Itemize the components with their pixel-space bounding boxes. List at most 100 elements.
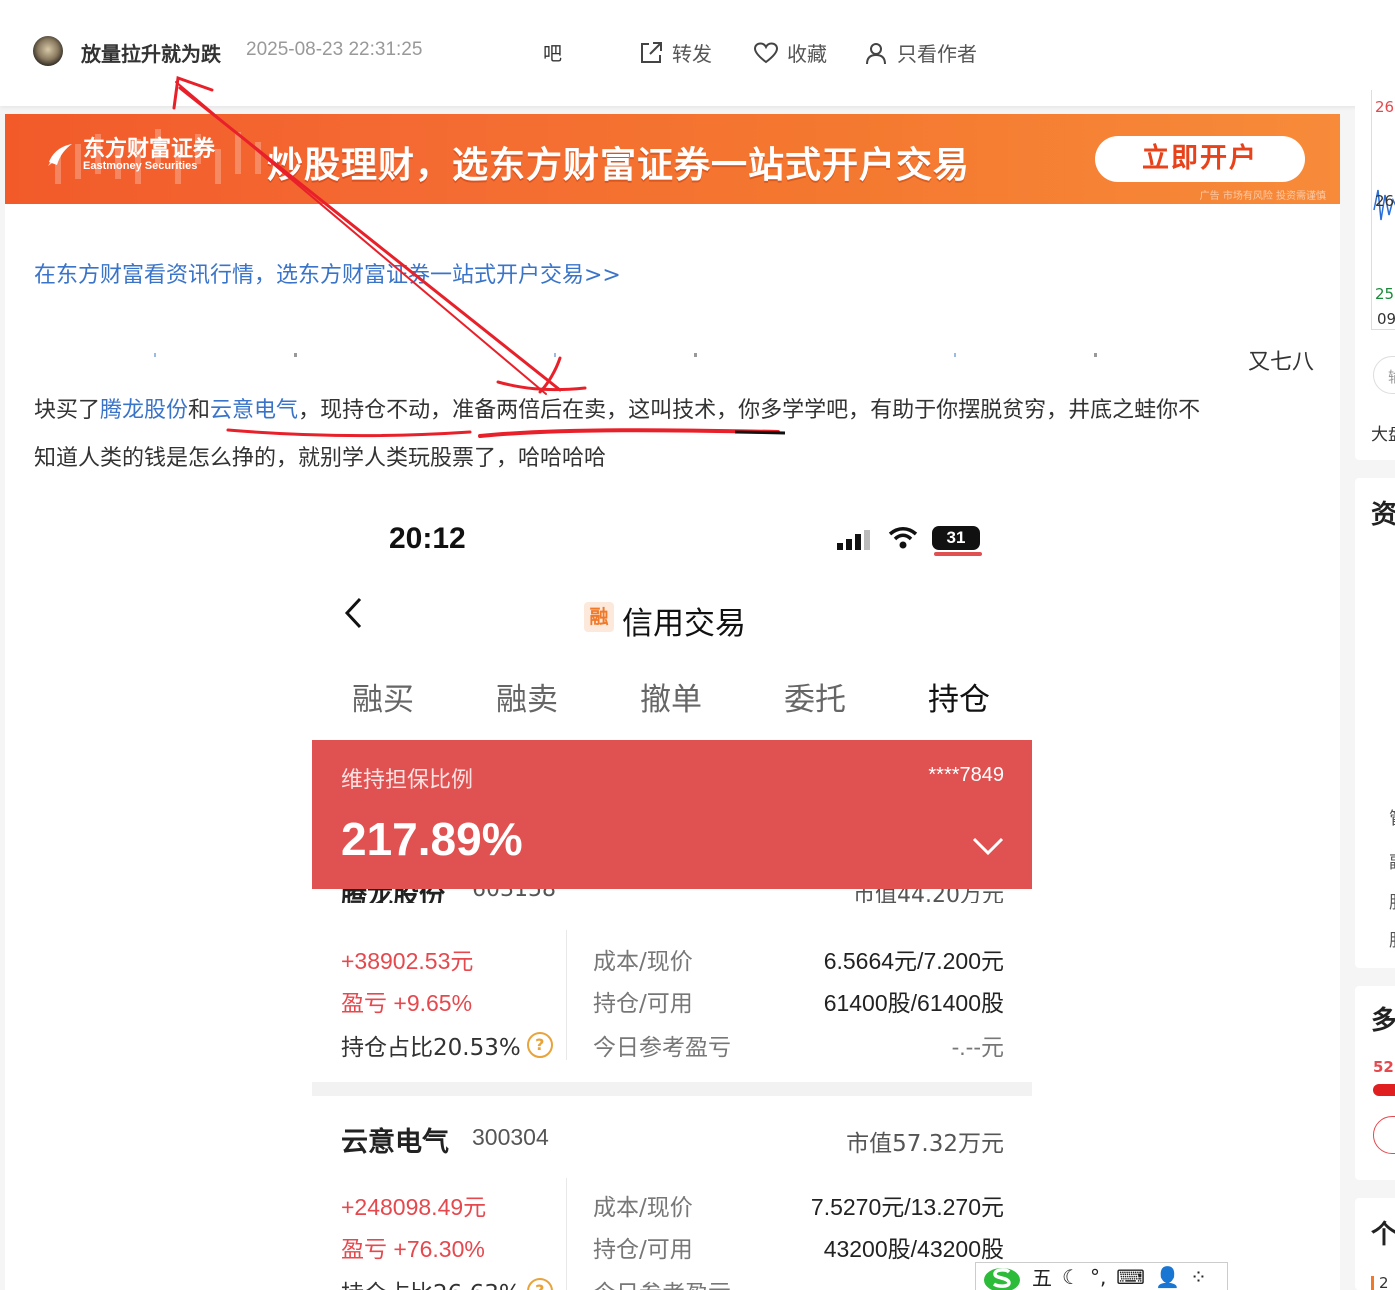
battery-icon: 31 <box>932 526 980 550</box>
account-number: ****7849 <box>928 764 1004 786</box>
side-section-title: 资 <box>1371 500 1395 530</box>
article-text: 块买了 <box>34 398 101 423</box>
tab-margin-sell[interactable]: 融卖 <box>496 674 558 719</box>
tab-cancel-order[interactable]: 撤单 <box>640 674 702 719</box>
article-text: ，现持仓不动，准备两倍后在卖，这叫技术，你多学学吧，有助于你摆脱贫穷，井底之蛙你… <box>298 398 1201 423</box>
signal-icon <box>837 530 870 550</box>
divider <box>566 930 567 1060</box>
holding-pl-pct: 盈亏 +76.30% <box>341 1236 485 1262</box>
ime-toolbar[interactable]: 五 ☾ °, ⌨ 👤 ⁘ <box>975 1262 1228 1290</box>
forward-label: 转发 <box>672 42 712 66</box>
article-line1-tail: 又七八 <box>1247 350 1314 375</box>
ad-title: 炒股理财，选东方财富证券一站式开户交易 <box>267 145 971 186</box>
card-separator <box>312 1082 1032 1096</box>
chart-tick-mid: 26 <box>1375 192 1395 210</box>
help-icon[interactable]: ? <box>526 1032 553 1058</box>
share-icon <box>641 41 662 63</box>
holding-position-ratio: 持仓占比20.53%? <box>341 1028 553 1062</box>
article-line3: 知道人类的钱是怎么挣的，就别学人类玩股票了，哈哈哈哈 <box>34 446 607 471</box>
post-time: 2025-08-23 22:31:25 <box>246 39 423 60</box>
side-rank-item: 2 <box>1379 1274 1389 1290</box>
stock-link-tenglong[interactable]: 腾龙股份 <box>100 398 188 423</box>
chart-time-label: 09 <box>1377 310 1395 328</box>
today-pl-label: 今日参考盈亏 <box>593 1274 731 1290</box>
position-ratio-text: 持仓占比26.63% <box>341 1274 521 1290</box>
help-icon[interactable]: ? <box>526 1278 553 1290</box>
side-market-text: 大盘 <box>1371 425 1395 445</box>
phone-page-title: 信用交易 <box>622 606 746 642</box>
open-account-button[interactable]: 立即开户 <box>1095 136 1305 182</box>
ime-grid-icon[interactable]: ⁘ <box>1190 1265 1207 1289</box>
qty-label: 持仓/可用 <box>593 991 693 1017</box>
ime-wubi-mode[interactable]: 五 <box>1032 1262 1052 1290</box>
rank-marker <box>1371 1276 1374 1290</box>
holding-name: 云意电气 <box>341 1127 449 1158</box>
side-row[interactable]: 股 <box>1389 926 1395 951</box>
holding-market-value: 市值44.20万元 <box>853 889 1004 903</box>
cost-price-value: 7.5270元/13.270元 <box>810 1194 1004 1220</box>
qty-value: 43200股/43200股 <box>823 1236 1004 1262</box>
ad-logo-cn: 东方财富证券 <box>83 136 216 162</box>
page: 放量拉升就为跌 2025-08-23 22:31:25 吧 转发 收藏 只看作者… <box>0 0 1395 1290</box>
holding-code: 300304 <box>472 1124 549 1150</box>
margin-ratio-card[interactable]: 维持担保比例 ****7849 217.89% <box>312 740 1032 889</box>
qty-label: 持仓/可用 <box>593 1237 693 1263</box>
tab-positions[interactable]: 持仓 <box>928 674 990 719</box>
phone-clock: 20:12 <box>389 522 466 555</box>
ime-keyboard-icon[interactable]: ⌨ <box>1116 1265 1145 1289</box>
ad-logo-en: Eastmoney Securities <box>83 160 198 172</box>
holding-card[interactable]: +38902.53元 盈亏 +9.65% 持仓占比20.53%? 成本/现价 6… <box>312 904 1032 1084</box>
forward-button[interactable]: 转发 <box>638 38 712 67</box>
favorite-button[interactable]: 收藏 <box>753 38 827 67</box>
side-row[interactable]: 副 <box>1389 848 1395 873</box>
ime-punct-icon[interactable]: °, <box>1090 1265 1106 1289</box>
phone-screenshot[interactable]: 20:12 31 融 信用交易 融买 融卖 撤单 委托 持仓 腾龙股份 6031… <box>312 504 1032 1290</box>
heart-icon <box>753 41 779 63</box>
bar-link[interactable]: 吧 <box>543 39 562 66</box>
favorite-label: 收藏 <box>787 42 827 66</box>
qty-value: 61400股/61400股 <box>823 990 1004 1016</box>
ime-user-icon[interactable]: 👤 <box>1155 1265 1180 1289</box>
holding-pl-pct: 盈亏 +9.65% <box>341 990 473 1016</box>
active-tab-indicator <box>934 552 982 556</box>
article-line2: 块买了腾龙股份和云意电气，现持仓不动，准备两倍后在卖，这叫技术，你多学学吧，有助… <box>34 387 1200 435</box>
position-ratio-text: 持仓占比20.53% <box>341 1035 521 1061</box>
side-sentiment-widget: 多 52. <box>1355 986 1395 1180</box>
chart-tick-low: 25 <box>1375 285 1395 303</box>
ad-banner[interactable]: 东方财富证券 Eastmoney Securities 炒股理财，选东方财富证券… <box>5 114 1340 204</box>
user-icon <box>866 42 886 64</box>
only-author-button[interactable]: 只看作者 <box>863 38 977 67</box>
tab-margin-buy[interactable]: 融买 <box>352 674 414 719</box>
only-author-label: 只看作者 <box>897 42 977 66</box>
holding-position-ratio: 持仓占比26.63%? <box>341 1274 553 1290</box>
chart-tick-top: 26 <box>1375 98 1395 116</box>
ime-moon-icon[interactable]: ☾ <box>1062 1265 1080 1289</box>
holding-pl-amount: +38902.53元 <box>341 948 474 974</box>
author-avatar[interactable] <box>33 36 63 66</box>
stock-link-yunyi[interactable]: 云意电气 <box>210 398 298 423</box>
holding-card[interactable]: 云意电气 300304 市值57.32万元 +248098.49元 盈亏 +76… <box>312 1102 1032 1290</box>
author-name[interactable]: 放量拉升就为跌 <box>81 38 221 67</box>
margin-ratio-label: 维持担保比例 <box>341 768 474 793</box>
cost-price-value: 6.5664元/7.200元 <box>823 948 1004 974</box>
divider <box>566 1178 567 1290</box>
phone-tabs: 融买 融卖 撤单 委托 持仓 <box>352 674 992 724</box>
hidden-holding-header: 腾龙股份 603158 市值44.20万元 <box>312 889 1032 903</box>
side-input-label: 输 <box>1388 366 1395 387</box>
today-pl-label: 今日参考盈亏 <box>593 1035 731 1061</box>
ad-logo: 东方财富证券 Eastmoney Securities <box>45 138 215 172</box>
side-row[interactable]: 股 <box>1389 888 1395 913</box>
tab-orders[interactable]: 委托 <box>784 674 846 719</box>
holding-market-value: 市值57.32万元 <box>846 1131 1004 1157</box>
side-input-button[interactable]: 输 <box>1373 356 1395 394</box>
chevron-down-icon[interactable] <box>972 836 1004 856</box>
sentiment-bar <box>1373 1084 1395 1096</box>
side-vote-button[interactable] <box>1373 1116 1395 1154</box>
side-quote-widget: 26 26 25 09 输 大盘 <box>1355 90 1395 460</box>
post-content: 东方财富证券 Eastmoney Securities 炒股理财，选东方财富证券… <box>5 114 1340 1290</box>
post-header: 放量拉升就为跌 2025-08-23 22:31:25 吧 转发 收藏 只看作者 <box>0 0 1395 106</box>
sogou-ime-icon[interactable] <box>982 1264 1022 1290</box>
promo-link[interactable]: 在东方财富看资讯行情，选东方财富证券一站式开户交易>> <box>34 257 621 289</box>
wifi-icon <box>888 527 918 549</box>
side-row[interactable]: 管 <box>1389 804 1395 829</box>
